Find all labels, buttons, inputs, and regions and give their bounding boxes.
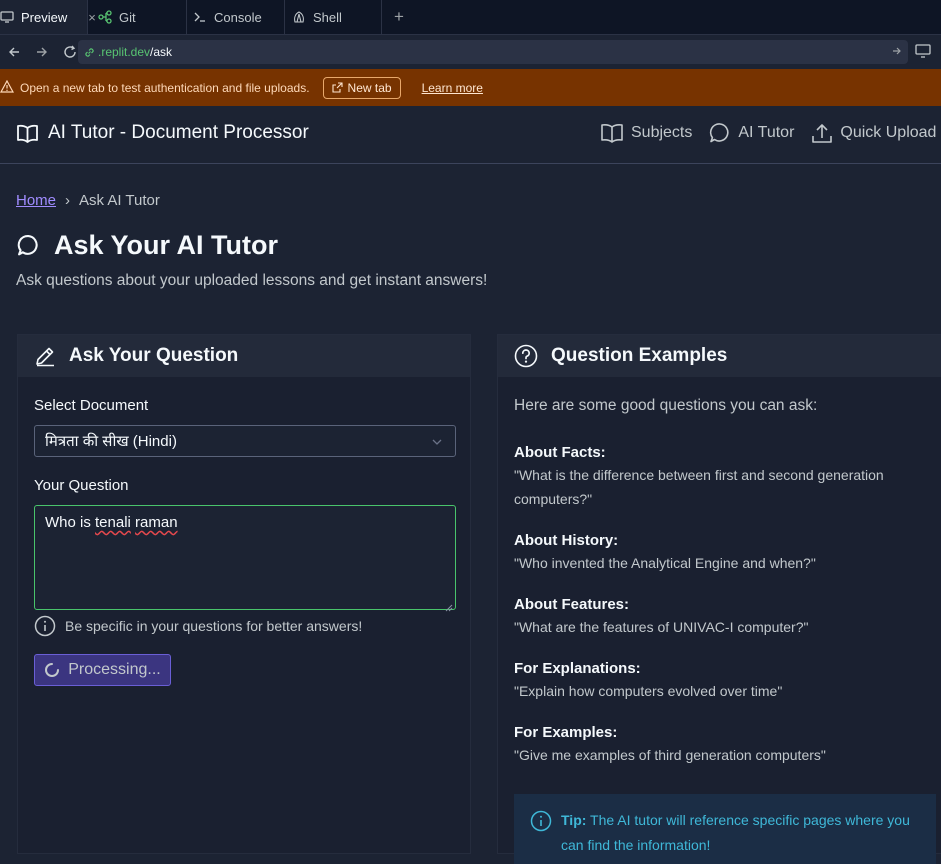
new-tab-label: New tab bbox=[347, 80, 392, 95]
page-title: Ask Your AI Tutor bbox=[17, 230, 278, 261]
resize-handle-icon[interactable] bbox=[445, 599, 453, 612]
tab-console[interactable]: Console bbox=[187, 0, 285, 34]
tab-preview[interactable]: Preview × bbox=[0, 0, 96, 34]
card-header: Question Examples bbox=[498, 335, 941, 377]
nav-subjects[interactable]: Subjects bbox=[600, 123, 692, 143]
main-nav: Subjects AI Tutor Quick Upload bbox=[600, 122, 941, 144]
new-tab-button[interactable]: New tab bbox=[322, 76, 401, 99]
hint-text: Be specific in your questions for better… bbox=[65, 618, 363, 634]
breadcrumb: Home › Ask AI Tutor bbox=[16, 192, 160, 209]
document-select[interactable]: मित्रता की सीख (Hindi) bbox=[34, 425, 456, 457]
tab-label: Console bbox=[214, 9, 262, 25]
example-title: About Facts: bbox=[514, 444, 606, 461]
app-header: AI Tutor - Document Processor Subjects A… bbox=[0, 106, 941, 164]
question-hint: Be specific in your questions for better… bbox=[34, 615, 362, 637]
submit-label: Processing... bbox=[68, 661, 161, 678]
example-item: About History: "Who invented the Analyti… bbox=[514, 532, 919, 575]
examples-intro: Here are some good questions you can ask… bbox=[514, 397, 818, 414]
forward-arrow-icon[interactable] bbox=[28, 38, 56, 66]
back-arrow-icon[interactable] bbox=[0, 38, 28, 66]
warning-banner: Open a new tab to test authentication an… bbox=[0, 69, 941, 106]
example-text: "Give me examples of third generation co… bbox=[514, 747, 826, 763]
warning-icon bbox=[0, 79, 15, 96]
question-text: Who is bbox=[45, 514, 91, 531]
go-arrow-icon[interactable] bbox=[892, 45, 902, 59]
url-host: .replit.dev bbox=[98, 45, 151, 59]
tip-text-wrap: Tip: The AI tutor will reference specifi… bbox=[561, 808, 936, 864]
book-open-icon bbox=[16, 124, 39, 143]
url-path: /ask bbox=[150, 45, 173, 59]
tab-shell[interactable]: Shell bbox=[285, 0, 382, 34]
document-label: Select Document bbox=[34, 397, 149, 414]
example-text: "What are the features of UNIVAC-I compu… bbox=[514, 619, 809, 635]
tab-git[interactable]: Git bbox=[88, 0, 187, 34]
ask-question-card: Ask Your Question Select Document मित्रत… bbox=[17, 334, 471, 854]
nav-label: Subjects bbox=[631, 124, 693, 141]
example-title: About History: bbox=[514, 532, 619, 549]
submit-question-button[interactable]: Processing... bbox=[34, 654, 171, 686]
brand[interactable]: AI Tutor - Document Processor bbox=[16, 122, 309, 144]
example-text: "Who invented the Analytical Engine and … bbox=[514, 555, 816, 571]
url-input[interactable]: .replit.dev /ask bbox=[78, 40, 908, 64]
terminal-icon bbox=[193, 10, 207, 24]
pencil-icon bbox=[34, 345, 56, 367]
book-icon bbox=[600, 123, 624, 143]
device-preview-icon[interactable] bbox=[915, 44, 931, 63]
example-text: "Explain how computers evolved over time… bbox=[514, 683, 783, 699]
ide-tab-bar: Preview × Git Console Shell + bbox=[0, 0, 941, 35]
monitor-icon bbox=[0, 10, 14, 24]
learn-more-link[interactable]: Learn more bbox=[422, 81, 483, 95]
card-header: Ask Your Question bbox=[18, 335, 470, 377]
question-text-misspelled: raman bbox=[135, 514, 178, 531]
link-icon bbox=[84, 47, 95, 58]
card-title: Question Examples bbox=[551, 345, 728, 366]
example-title: For Explanations: bbox=[514, 660, 641, 677]
question-circle-icon bbox=[514, 344, 538, 368]
chat-bubble-icon bbox=[709, 122, 731, 144]
question-label: Your Question bbox=[34, 477, 129, 494]
document-select-value: मित्रता की सीख (Hindi) bbox=[45, 433, 177, 450]
tip-box: Tip: The AI tutor will reference specifi… bbox=[514, 794, 936, 864]
git-icon bbox=[98, 10, 112, 24]
nav-label: AI Tutor bbox=[738, 124, 795, 141]
example-title: For Examples: bbox=[514, 724, 618, 741]
example-title: About Features: bbox=[514, 596, 630, 613]
banner-message: Open a new tab to test authentication an… bbox=[20, 80, 310, 95]
example-item: For Examples: "Give me examples of third… bbox=[514, 724, 919, 767]
card-title: Ask Your Question bbox=[69, 345, 239, 366]
tab-label: Git bbox=[119, 9, 136, 25]
chevron-down-icon bbox=[431, 435, 443, 452]
tab-label: Shell bbox=[313, 9, 342, 25]
tip-text: The AI tutor will reference specific pag… bbox=[561, 812, 910, 853]
breadcrumb-home-link[interactable]: Home bbox=[16, 192, 56, 209]
info-icon bbox=[34, 615, 56, 637]
external-link-icon bbox=[331, 82, 343, 93]
shell-icon bbox=[292, 10, 306, 24]
page-title-text: Ask Your AI Tutor bbox=[54, 230, 279, 260]
page-subtitle: Ask questions about your uploaded lesson… bbox=[16, 272, 488, 289]
question-textarea[interactable]: Who is tenali raman bbox=[34, 505, 456, 612]
breadcrumb-current: Ask AI Tutor bbox=[79, 192, 160, 209]
nav-label: Quick Upload bbox=[840, 124, 937, 141]
example-item: About Facts: "What is the difference bet… bbox=[514, 444, 919, 511]
spinner-icon bbox=[44, 662, 60, 678]
brand-title: AI Tutor - Document Processor bbox=[48, 122, 309, 143]
question-examples-card: Question Examples Here are some good que… bbox=[497, 334, 941, 864]
nav-ai-tutor[interactable]: AI Tutor bbox=[709, 122, 794, 144]
question-text-misspelled: tenali bbox=[95, 514, 131, 531]
example-item: About Features: "What are the features o… bbox=[514, 596, 919, 639]
example-item: For Explanations: "Explain how computers… bbox=[514, 660, 919, 703]
tip-label: Tip: bbox=[561, 812, 587, 828]
nav-quick-upload[interactable]: Quick Upload bbox=[811, 122, 936, 144]
chat-bubble-icon bbox=[17, 234, 40, 257]
breadcrumb-separator: › bbox=[65, 192, 71, 209]
example-text: "What is the difference between first an… bbox=[514, 467, 884, 507]
tab-label: Preview bbox=[21, 9, 68, 25]
upload-icon bbox=[811, 122, 833, 144]
info-icon bbox=[530, 810, 552, 864]
url-bar: .replit.dev /ask bbox=[0, 35, 941, 69]
add-tab-button[interactable]: + bbox=[382, 0, 414, 34]
